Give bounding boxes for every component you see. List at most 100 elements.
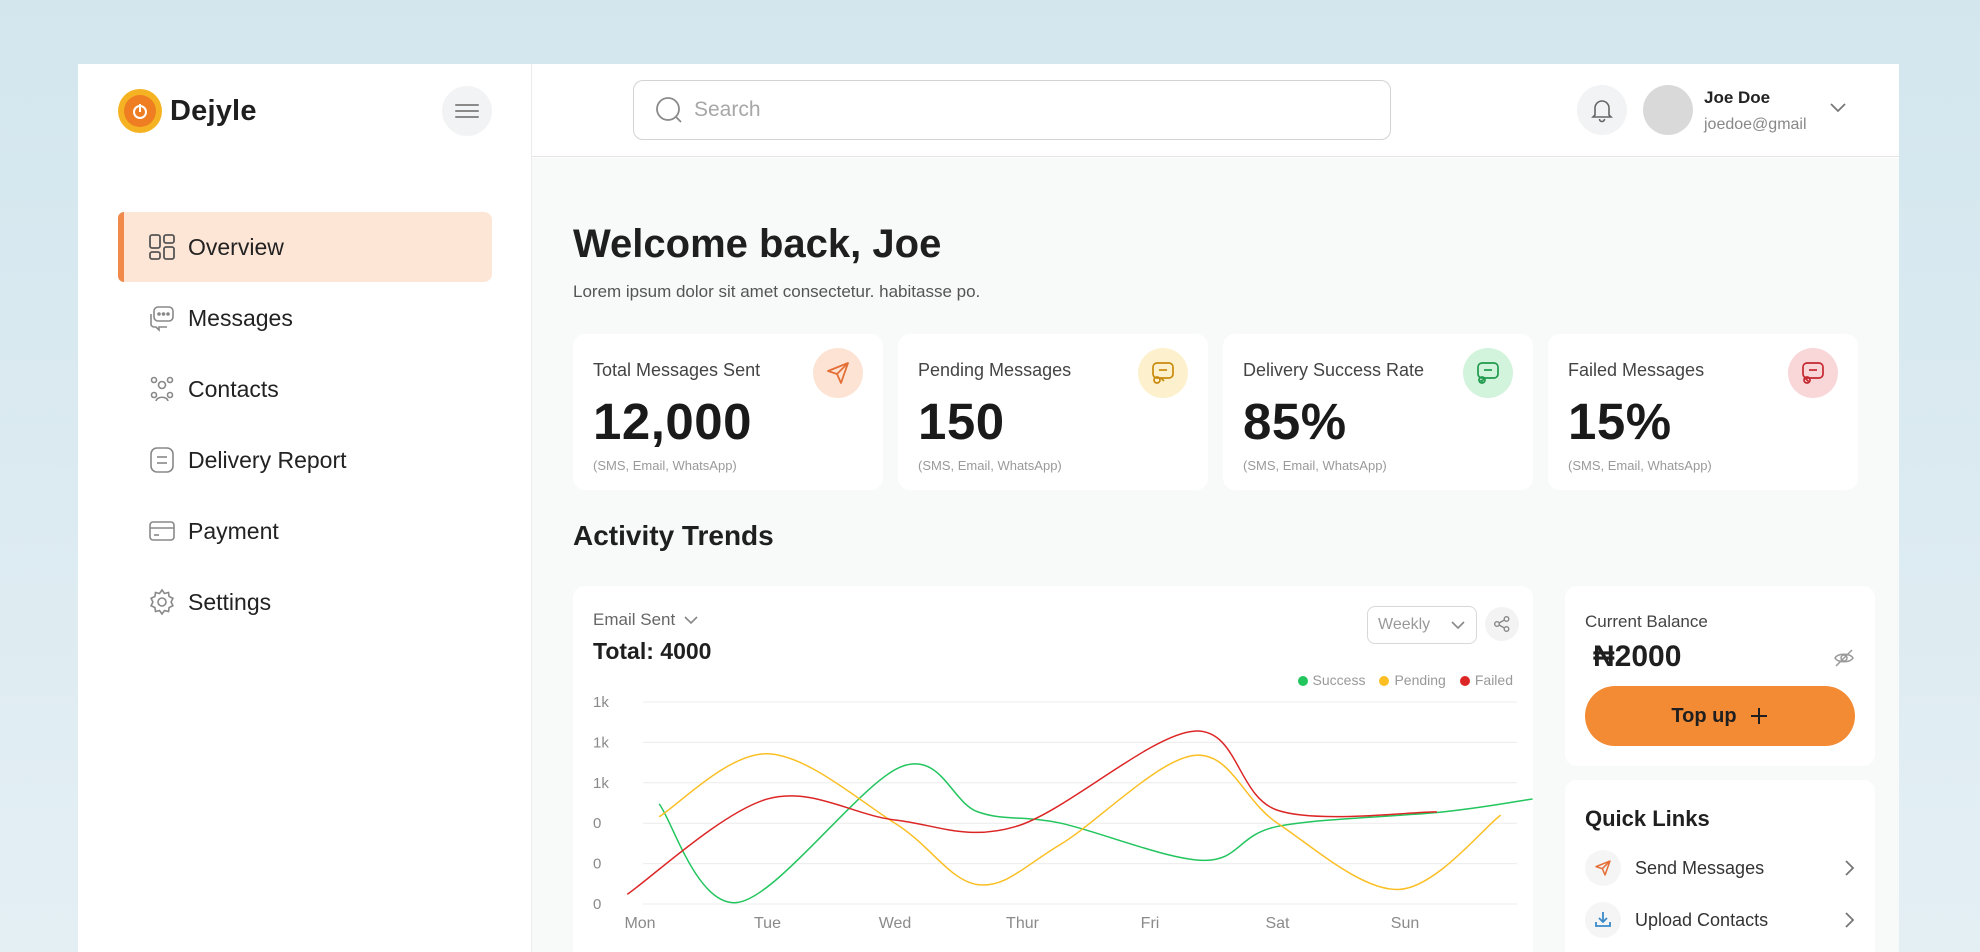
success-chat-icon	[1463, 348, 1513, 398]
y-tick-label: 0	[593, 896, 601, 913]
sidebar-item-label: Overview	[188, 233, 284, 260]
sidebar-item-label: Payment	[188, 517, 279, 544]
eye-off-icon[interactable]	[1833, 648, 1855, 668]
plus-icon	[1750, 708, 1767, 724]
send-icon	[1585, 850, 1621, 886]
page-title: Welcome back, Joe	[573, 222, 942, 266]
quick-link-send-messages[interactable]: Send Messages	[1585, 848, 1855, 888]
notifications-button[interactable]	[1577, 85, 1627, 135]
sidebar-item-overview[interactable]: Overview	[118, 212, 492, 282]
chevron-down-icon	[684, 616, 698, 625]
chevron-right-icon	[1845, 860, 1855, 876]
chevron-right-icon	[1845, 912, 1855, 928]
sidebar-item-label: Delivery Report	[188, 446, 347, 473]
quick-link-label: Send Messages	[1635, 857, 1765, 878]
balance-card: Current Balance ₦2000 Top up	[1565, 586, 1875, 766]
chart-total: Total: 4000	[593, 638, 712, 664]
pending-chat-icon	[1138, 348, 1188, 398]
search-input[interactable]	[694, 98, 1354, 122]
quick-link-upload-contacts[interactable]: Upload Contacts	[1585, 900, 1855, 940]
y-tick-label: 1k	[593, 775, 609, 792]
stat-value: 15%	[1568, 393, 1672, 450]
stat-note: (SMS, Email, WhatsApp)	[1568, 458, 1712, 473]
grid-icon	[149, 234, 175, 260]
stat-card-total-messages: Total Messages Sent 12,000 (SMS, Email, …	[573, 334, 883, 490]
balance-label: Current Balance	[1585, 612, 1708, 631]
hamburger-icon	[455, 104, 479, 118]
chat-icon	[150, 306, 174, 332]
user-name: Joe Doe	[1704, 88, 1771, 107]
app-name: Dejyle	[170, 94, 257, 127]
stat-label: Pending Messages	[918, 360, 1072, 380]
share-icon	[1494, 616, 1510, 632]
stat-card-pending-messages: Pending Messages 150 (SMS, Email, WhatsA…	[898, 334, 1208, 490]
stat-note: (SMS, Email, WhatsApp)	[918, 458, 1062, 473]
chart-metric-select[interactable]: Email Sent	[593, 610, 699, 630]
y-tick-label: 0	[593, 856, 601, 873]
sidebar: Dejyle Overview Messages Contacts Delive…	[78, 64, 532, 952]
sidebar-item-label: Messages	[188, 304, 293, 331]
sidebar-item-label: Contacts	[188, 375, 279, 402]
sidebar-item-label: Settings	[188, 588, 272, 615]
avatar[interactable]	[1643, 85, 1693, 135]
stat-note: (SMS, Email, WhatsApp)	[593, 458, 737, 473]
top-up-label: Top up	[1671, 704, 1737, 727]
sidebar-item-settings[interactable]: Settings	[118, 567, 492, 637]
contacts-icon	[150, 376, 174, 402]
sidebar-item-messages[interactable]: Messages	[118, 283, 492, 353]
activity-chart-card: 1k 1k 1k 0 0 0 Mon Tue Wed Thur Fri Sat Sun Email Se…	[573, 586, 1533, 952]
report-icon	[150, 447, 174, 473]
failed-chat-icon	[1788, 348, 1838, 398]
sidebar-nav: Overview Messages Contacts Delivery Repo…	[118, 212, 492, 638]
y-tick-label: 0	[593, 815, 601, 832]
main-content: Welcome back, Joe Lorem ipsum dolor sit …	[532, 158, 1899, 952]
send-icon	[813, 348, 863, 398]
stat-value: 85%	[1243, 393, 1347, 450]
series-line-failed	[626, 730, 1437, 895]
stat-note: (SMS, Email, WhatsApp)	[1243, 458, 1387, 473]
x-tick-label: Sun	[1391, 915, 1419, 932]
chevron-down-icon	[1451, 621, 1465, 630]
quick-links-card: Quick Links Send Messages Upload Contact…	[1565, 780, 1875, 952]
legend-item-success: Success	[1297, 672, 1365, 688]
stat-value: 150	[918, 393, 1005, 450]
chevron-down-icon[interactable]	[1829, 100, 1847, 114]
upload-icon	[1585, 902, 1621, 938]
legend-item-pending: Pending	[1379, 672, 1446, 688]
app-frame: Dejyle Overview Messages Contacts Delive…	[78, 64, 1899, 952]
share-button[interactable]	[1485, 607, 1519, 641]
card-icon	[149, 521, 175, 541]
gear-icon	[150, 588, 174, 616]
x-tick-label: Tue	[754, 915, 781, 932]
x-tick-label: Wed	[879, 915, 912, 932]
stat-label: Delivery Success Rate	[1243, 360, 1425, 380]
period-select[interactable]: Weekly	[1367, 606, 1477, 644]
chart-legend: Success Pending Failed	[1297, 672, 1513, 688]
bell-icon	[1591, 100, 1613, 123]
stat-card-failed-messages: Failed Messages 15% (SMS, Email, WhatsAp…	[1548, 334, 1858, 490]
logo-icon	[118, 89, 162, 133]
stat-value: 12,000	[593, 393, 752, 450]
user-info[interactable]: Joe Doe joedoe@gmail	[1704, 88, 1807, 134]
menu-toggle-button[interactable]	[442, 86, 492, 136]
series-line-pending	[658, 752, 1502, 891]
quick-link-label: Upload Contacts	[1635, 909, 1769, 930]
logo[interactable]: Dejyle	[118, 89, 257, 133]
user-email: joedoe@gmail	[1704, 116, 1807, 133]
legend-dot-icon	[1297, 676, 1308, 687]
x-tick-label: Mon	[624, 915, 655, 932]
period-value: Weekly	[1378, 616, 1431, 633]
legend-dot-icon	[1379, 676, 1390, 687]
sidebar-item-contacts[interactable]: Contacts	[118, 354, 492, 424]
top-up-button[interactable]: Top up	[1585, 686, 1855, 746]
page-subtitle: Lorem ipsum dolor sit amet consectetur. …	[573, 282, 981, 301]
search-icon	[656, 97, 682, 123]
quick-links-title: Quick Links	[1585, 806, 1710, 831]
sidebar-item-delivery-report[interactable]: Delivery Report	[118, 425, 492, 495]
x-tick-label: Thur	[1006, 915, 1040, 932]
search-box[interactable]	[633, 80, 1391, 140]
y-tick-label: 1k	[593, 734, 609, 751]
balance-value: ₦2000	[1593, 640, 1682, 673]
sidebar-item-payment[interactable]: Payment	[118, 496, 492, 566]
stat-label: Failed Messages	[1568, 360, 1705, 380]
